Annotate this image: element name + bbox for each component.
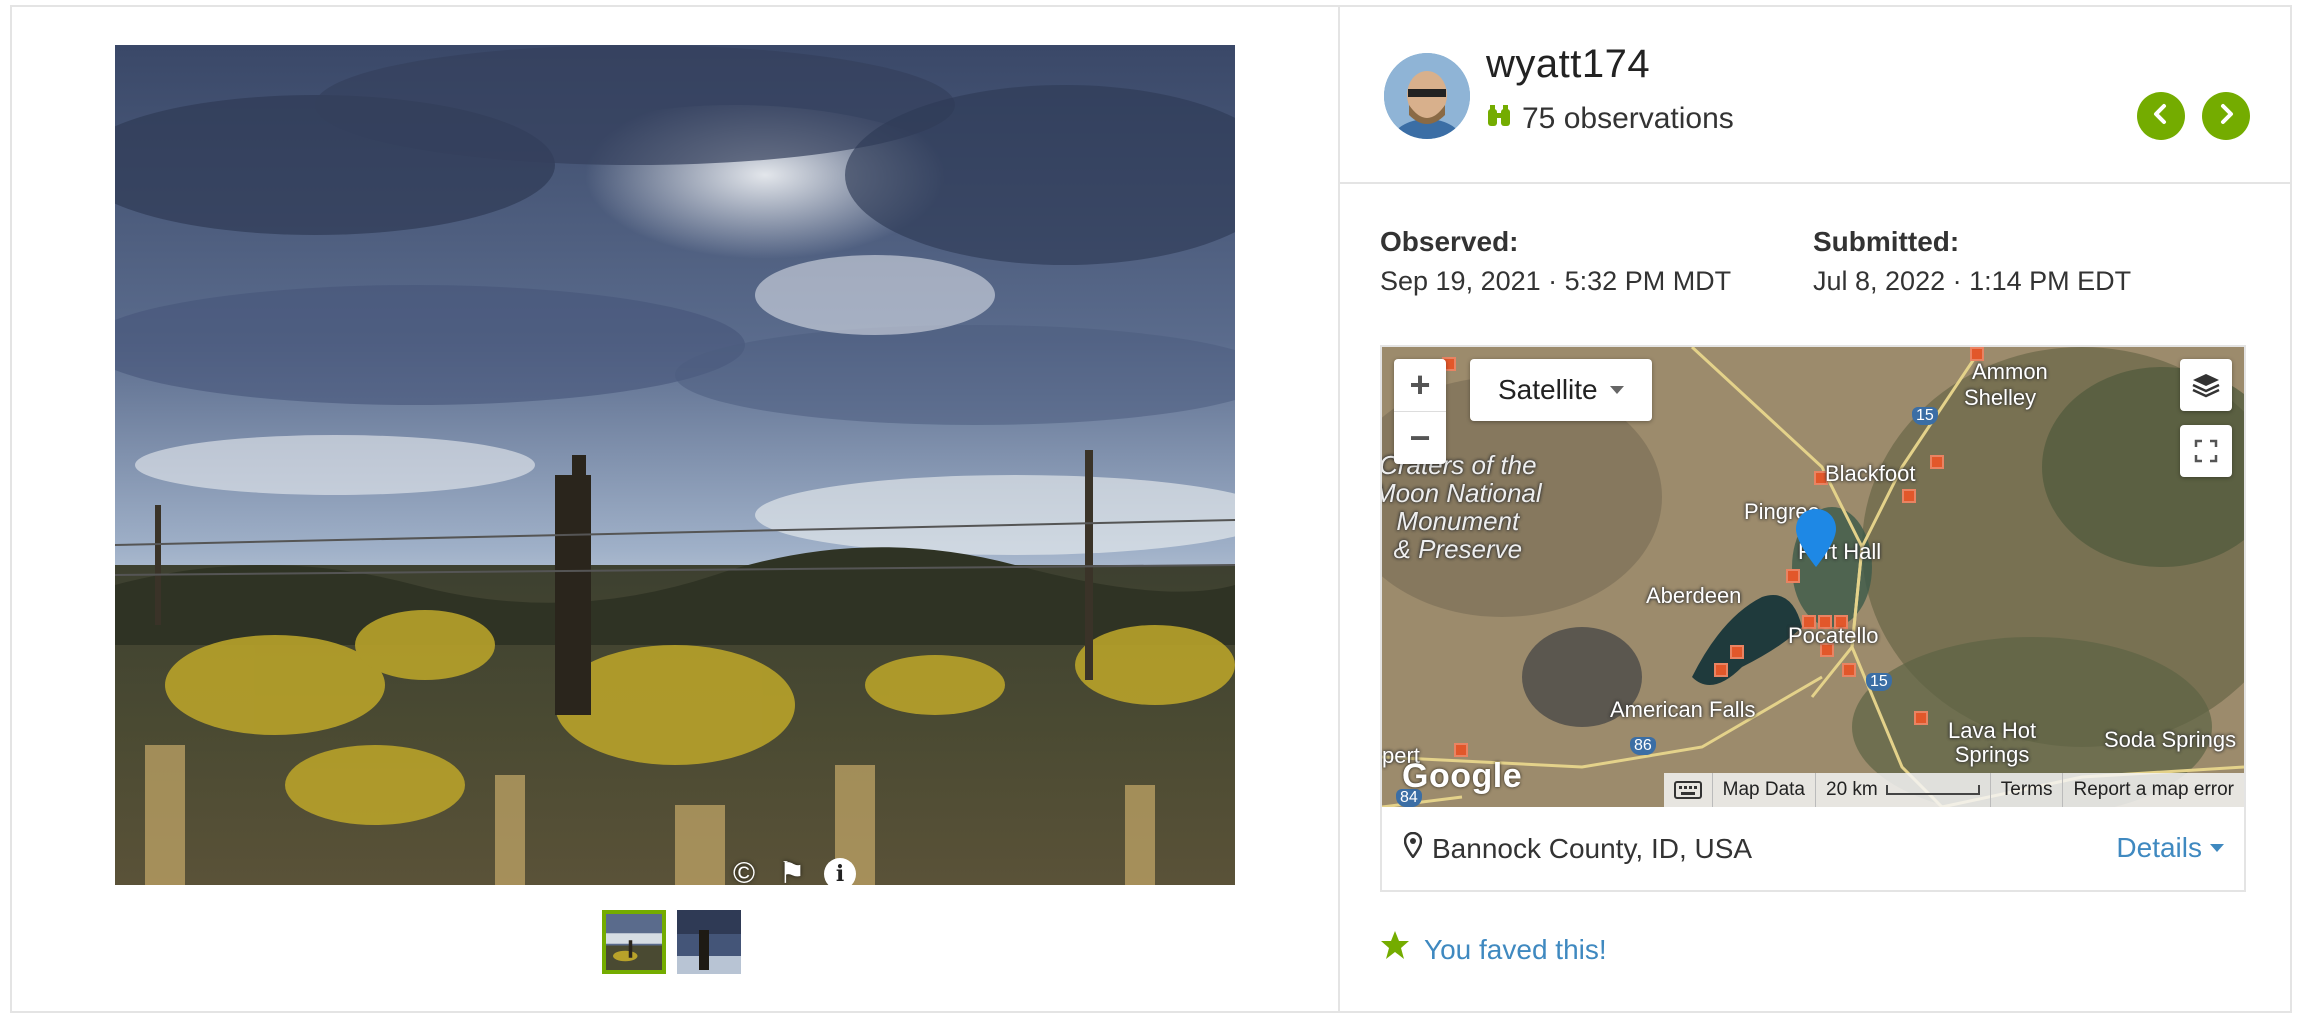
location-pin-icon[interactable] <box>1796 509 1836 567</box>
keyboard-shortcuts-button[interactable] <box>1664 773 1712 807</box>
map-scale[interactable]: 20 km <box>1815 773 1990 807</box>
zoom-controls: + − <box>1394 359 1446 464</box>
map-marker-icon <box>1403 831 1423 865</box>
faved-indicator[interactable]: You faved this! <box>1380 930 1607 969</box>
landscape-image <box>115 45 1235 885</box>
header-divider <box>1340 182 2292 184</box>
caret-down-icon <box>1609 386 1624 394</box>
map-label-craters-of-the-moon: Craters of the Moon National Monument & … <box>1382 450 1542 564</box>
previous-observation-button[interactable] <box>2137 92 2185 140</box>
observation-marker[interactable] <box>1786 569 1800 583</box>
observed-label: Observed: <box>1380 226 1519 257</box>
map-attribution-bar: Map Data 20 km Terms Report a map error <box>1663 773 2244 807</box>
submitted-date: Jul 8, 2022 · 1:14 PM EDT <box>1813 266 2132 296</box>
info-icon: i <box>824 858 856 885</box>
map-label-shelley: Shelley <box>1964 385 2037 410</box>
map-label-ammon: Ammon <box>1972 359 2048 384</box>
map-label-pocatello: Pocatello <box>1788 623 1879 648</box>
scale-bar <box>1885 785 1980 795</box>
photo-thumbnails <box>602 910 741 974</box>
place-row: Bannock County, ID, USA Details <box>1382 807 2244 890</box>
map-type-dropdown[interactable]: Satellite <box>1470 359 1652 421</box>
layers-button[interactable] <box>2180 359 2232 411</box>
interstate-15-shield: 15 <box>1912 407 1938 425</box>
map-label-blackfoot: Blackfoot <box>1825 461 1916 486</box>
star-icon <box>1380 930 1410 969</box>
map-scale-label: 20 km <box>1826 779 1878 800</box>
map-type-label: Satellite <box>1498 374 1598 405</box>
observation-marker[interactable] <box>1730 645 1744 659</box>
username[interactable]: wyatt174 <box>1486 42 1650 87</box>
next-observation-button[interactable] <box>2202 92 2250 140</box>
photo-toolbar: © ⚑ i <box>727 857 857 885</box>
map-label-soda-springs: Soda Springs <box>2104 727 2237 752</box>
observation-marker[interactable] <box>1914 711 1928 725</box>
observation-marker[interactable] <box>1714 663 1728 677</box>
observation-photo[interactable]: © ⚑ i <box>115 45 1235 885</box>
google-logo: Google <box>1402 757 1523 795</box>
observation-marker[interactable] <box>1930 455 1944 469</box>
thumbnail-2[interactable] <box>677 910 741 974</box>
map-data-link[interactable]: Map Data <box>1711 773 1815 807</box>
details-dropdown[interactable]: Details <box>2116 832 2224 864</box>
observation-count-label: 75 observations <box>1522 102 1734 135</box>
map[interactable]: Ammon Shelley Blackfoot Pingree Fort Hal… <box>1382 347 2244 807</box>
map-label-american-falls: American Falls <box>1610 697 1756 722</box>
observed-date: Sep 19, 2021 · 5:32 PM MDT <box>1380 266 1732 296</box>
interstate-15-shield: 15 <box>1866 673 1892 691</box>
submitted-label: Submitted: <box>1813 226 1960 257</box>
place-name: Bannock County, ID, USA <box>1432 832 1753 864</box>
observation-marker[interactable] <box>1454 743 1468 757</box>
keyboard-icon <box>1673 781 1702 799</box>
observation-marker[interactable] <box>1902 489 1916 503</box>
column-divider <box>1338 5 1340 1013</box>
caret-down-icon <box>2210 844 2224 852</box>
copyright-icon[interactable]: © <box>727 857 761 886</box>
thumbnail-image <box>677 910 741 974</box>
faved-label: You faved this! <box>1424 933 1607 965</box>
details-label: Details <box>2116 832 2202 863</box>
info-button[interactable]: i <box>823 857 857 885</box>
avatar-image <box>1384 53 1470 139</box>
chevron-left-icon <box>2150 99 2172 133</box>
interstate-86-shield: 86 <box>1630 737 1656 755</box>
binoculars-icon <box>1486 103 1512 136</box>
map-label-lava-hot-springs: Lava Hot Springs <box>1948 718 2037 767</box>
user-avatar[interactable] <box>1384 53 1470 139</box>
map-label-aberdeen: Aberdeen <box>1646 583 1742 608</box>
zoom-out-button[interactable]: − <box>1394 411 1446 464</box>
layers-icon <box>2191 372 2221 398</box>
report-map-error-link[interactable]: Report a map error <box>2062 773 2244 807</box>
zoom-in-button[interactable]: + <box>1394 359 1446 411</box>
thumbnail-image <box>606 914 662 970</box>
terms-link[interactable]: Terms <box>1989 773 2063 807</box>
observation-marker[interactable] <box>1842 663 1856 677</box>
fullscreen-icon <box>2194 439 2218 463</box>
chevron-right-icon <box>2215 99 2237 133</box>
observation-count[interactable]: 75 observations <box>1486 102 1734 136</box>
location-map-card: Ammon Shelley Blackfoot Pingree Fort Hal… <box>1380 345 2246 892</box>
thumbnail-1[interactable] <box>602 910 666 974</box>
flag-icon[interactable]: ⚑ <box>775 857 809 886</box>
fullscreen-button[interactable] <box>2180 425 2232 477</box>
